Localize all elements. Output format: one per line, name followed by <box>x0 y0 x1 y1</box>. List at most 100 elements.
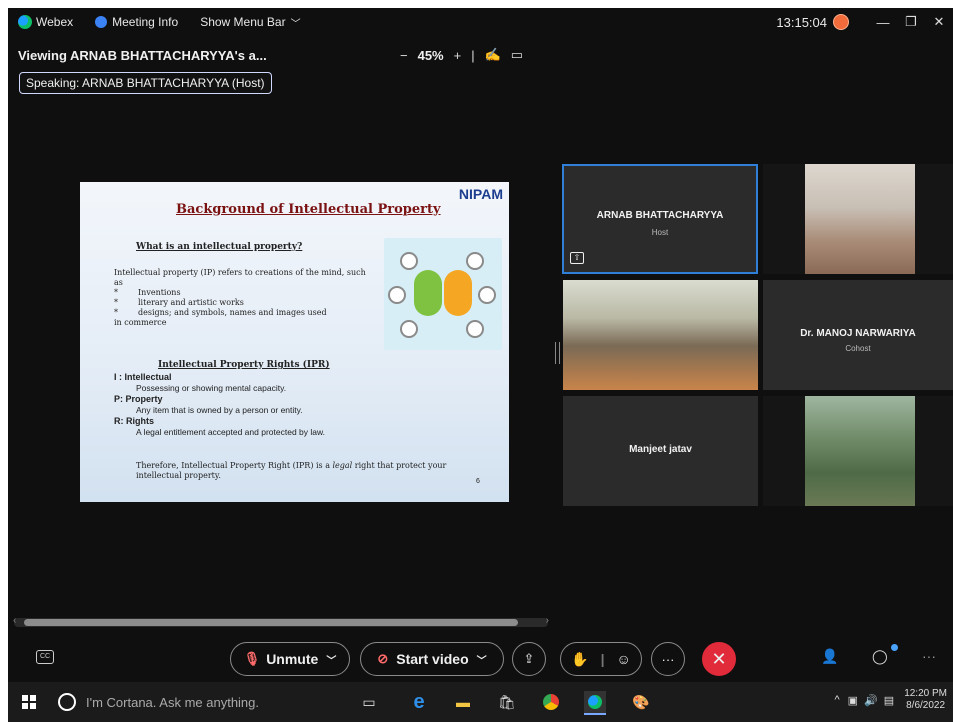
webex-taskbar-icon[interactable] <box>584 691 606 715</box>
close-icon[interactable]: ✕ <box>925 14 953 30</box>
participant-tile-host[interactable]: ARNAB BHATTACHARYYA Host ⇧ <box>562 164 758 274</box>
more-options-button[interactable]: ··· <box>651 642 685 676</box>
info-icon <box>95 16 108 28</box>
meeting-controls: CC 🎙 Unmute ﹀ ⊘ Start video ﹀ ⇪ ✋ | ☺ ··… <box>8 640 953 678</box>
popout-icon[interactable]: ▭ <box>511 47 523 63</box>
closed-captions-icon[interactable]: CC <box>36 650 54 664</box>
shared-slide: NIPAM Background of Intellectual Propert… <box>80 182 509 502</box>
slide-body: Intellectual property (IP) refers to cre… <box>114 268 376 328</box>
chat-icon[interactable]: ◯ <box>872 648 888 665</box>
annotate-icon[interactable]: ✍ <box>485 47 501 63</box>
cortana-icon <box>58 693 76 711</box>
zoom-out-button[interactable]: − <box>400 48 408 63</box>
cortana-search[interactable]: I'm Cortana. Ask me anything. <box>58 693 259 711</box>
ipr-heading: Intellectual Property Rights (IPR) <box>158 360 330 370</box>
chevron-down-icon[interactable]: ﹀ <box>326 652 336 667</box>
participant-video <box>563 280 758 390</box>
brain-left-lobe <box>414 270 442 316</box>
participant-name: Manjeet jatav <box>629 444 692 455</box>
unmute-button[interactable]: 🎙 Unmute ﹀ <box>230 642 350 676</box>
system-date: 8/6/2022 <box>906 700 946 711</box>
show-menu-bar-label: Show Menu Bar <box>200 15 286 29</box>
slide-page-number: 6 <box>476 478 480 485</box>
viewing-title: Viewing ARNAB BHATTACHARYYA's a... <box>18 47 267 63</box>
notification-icon[interactable]: ▤ <box>884 694 894 707</box>
paint-icon[interactable]: 🎨 <box>630 691 652 713</box>
participant-role: Cohost <box>845 344 871 353</box>
slide-question: What is an intellectual property? <box>136 242 303 252</box>
video-off-icon: ⊘ <box>377 651 389 666</box>
unmute-label: Unmute <box>266 651 319 667</box>
separator: | <box>600 651 605 667</box>
bullet-text: designs; and symbols, names and images u… <box>138 308 327 317</box>
start-video-button[interactable]: ⊘ Start video ﹀ <box>360 642 504 676</box>
nipam-logo: NIPAM <box>459 186 503 202</box>
scroll-right-icon[interactable]: › <box>546 615 549 626</box>
meeting-info-label: Meeting Info <box>112 15 179 29</box>
task-view-icon[interactable]: ▭ <box>358 691 380 713</box>
windows-taskbar: I'm Cortana. Ask me anything. ▭ e ▬ 🛍 🎨 … <box>8 682 953 722</box>
system-clock[interactable]: 12:20 PM 8/6/2022 <box>904 688 947 712</box>
separator: | <box>471 47 475 63</box>
volume-icon[interactable]: 🔊 <box>864 694 878 707</box>
participants-icon[interactable]: 👤 <box>821 648 838 665</box>
chevron-down-icon[interactable]: ﹀ <box>477 652 487 667</box>
reactions-icon[interactable]: ☺ <box>617 651 631 667</box>
nipam-logo-text: NIPAM <box>458 186 503 202</box>
minimize-icon[interactable]: — <box>869 15 897 30</box>
panel-resize-handle[interactable] <box>555 342 560 364</box>
bullet-text: Inventions <box>138 288 181 297</box>
def-term: P: Property <box>114 394 163 404</box>
webex-window: Webex Meeting Info Show Menu Bar ﹀ 13:15… <box>8 8 953 682</box>
bullet-text: literary and artistic works <box>138 298 244 307</box>
slide-footer: Therefore, Intellectual Property Right (… <box>136 461 466 481</box>
cortana-placeholder: I'm Cortana. Ask me anything. <box>86 694 260 710</box>
zoom-in-button[interactable]: + <box>454 48 462 63</box>
restore-icon[interactable]: ❐ <box>897 14 925 30</box>
chrome-icon[interactable] <box>540 691 562 713</box>
muted-mic-icon: 🎙 <box>243 651 261 666</box>
participant-tile-manjeet[interactable]: Manjeet jatav <box>563 396 758 506</box>
leave-meeting-button[interactable]: ✕ <box>702 642 736 676</box>
share-icon: ⇪ <box>523 651 535 666</box>
ipr-definitions: I : Intellectual Possessing or showing m… <box>114 372 325 438</box>
windows-start-icon[interactable] <box>22 695 36 709</box>
edge-icon[interactable]: e <box>408 691 430 713</box>
participant-tile-cohost[interactable]: Dr. MANOJ NARWARIYA Cohost <box>763 280 953 390</box>
scrollbar-thumb[interactable] <box>24 619 518 626</box>
reactions-group: ✋ | ☺ <box>560 642 642 676</box>
more-panels-icon[interactable]: ··· <box>922 648 936 664</box>
webex-menu[interactable]: Webex <box>18 15 73 29</box>
raise-hand-icon[interactable]: ✋ <box>571 651 588 668</box>
flask-icon <box>388 286 406 304</box>
show-menu-bar-button[interactable]: Show Menu Bar ﹀ <box>200 15 300 30</box>
footer-text: Therefore, Intellectual Property Right (… <box>136 461 333 470</box>
app-name: Webex <box>36 15 74 29</box>
participant-tile-video-3[interactable] <box>763 396 953 506</box>
network-icon[interactable]: ▣ <box>848 694 858 707</box>
share-button[interactable]: ⇪ <box>512 642 546 676</box>
recording-icon[interactable] <box>833 14 849 30</box>
participant-video <box>805 396 915 506</box>
store-icon[interactable]: 🛍 <box>496 691 518 713</box>
meeting-info-button[interactable]: Meeting Info <box>95 15 178 29</box>
window-controls: 13:15:04 — ❐ ✕ <box>776 8 953 36</box>
participant-name: Dr. MANOJ NARWARIYA <box>800 328 916 339</box>
zoom-level: 45% <box>417 47 444 63</box>
system-time: 12:20 PM <box>904 688 947 699</box>
start-video-label: Start video <box>396 651 469 667</box>
slide-intro: Intellectual property (IP) refers to cre… <box>114 268 366 287</box>
def-meaning: A legal entitlement accepted and protect… <box>136 427 326 437</box>
participant-tile-video-2[interactable] <box>563 280 758 390</box>
chevron-down-icon: ﹀ <box>290 18 301 30</box>
calculator-icon <box>400 320 418 338</box>
slide-intro-tail: in commerce <box>114 318 167 327</box>
more-icon: ··· <box>661 651 675 667</box>
chevron-up-icon[interactable]: ^ <box>835 694 840 706</box>
scroll-left-icon[interactable]: ‹ <box>13 615 16 626</box>
horizontal-scrollbar[interactable]: ‹ › <box>13 615 549 627</box>
file-explorer-icon[interactable]: ▬ <box>452 691 474 713</box>
brain-right-lobe <box>444 270 472 316</box>
participant-tile-video-1[interactable] <box>763 164 953 274</box>
lightbulb-icon <box>466 252 484 270</box>
